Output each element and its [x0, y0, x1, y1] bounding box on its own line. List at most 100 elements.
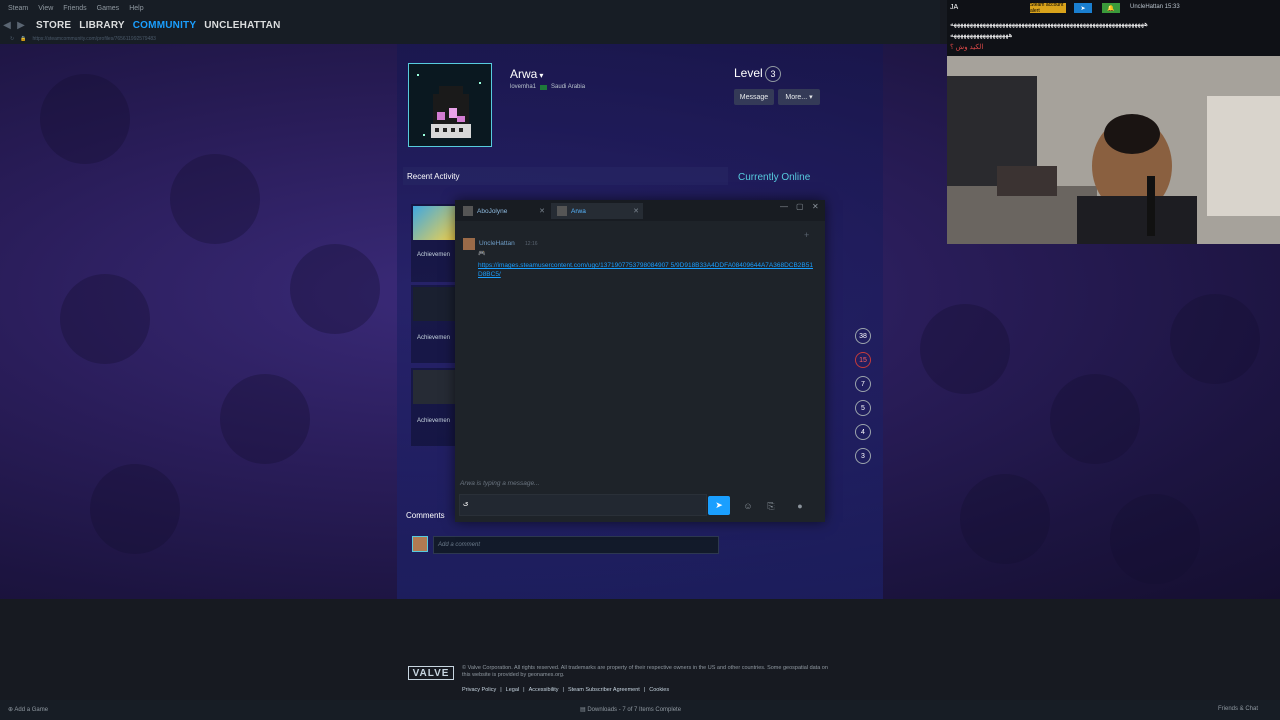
avatar [412, 536, 428, 552]
footer-copyright: © Valve Corporation. All rights reserved… [462, 665, 828, 678]
bell-icon[interactable]: 🔔 [1102, 3, 1120, 13]
menu-help[interactable]: Help [129, 5, 143, 12]
nav-bar: ◀ ▶ STORE LIBRARY COMMUNITY UNCLEHATTAN [0, 16, 940, 34]
message-time: 12:16 [525, 241, 538, 247]
footer-link-accessibility[interactable]: Accessibility [529, 687, 559, 693]
profile-country: Saudi Arabia [551, 84, 586, 90]
profile-name-text: Arwa [510, 67, 538, 81]
back-arrow-icon[interactable]: ◀ [0, 20, 14, 31]
voice-icon[interactable]: ● [793, 499, 807, 513]
avatar [463, 238, 475, 250]
achievement-label: Achievemen [417, 418, 451, 424]
badge-count[interactable]: 5 [855, 400, 871, 416]
game-thumbnail [413, 206, 457, 240]
recent-game-card[interactable]: Achievemen [411, 204, 459, 282]
message-emoji: 🎮 [478, 251, 486, 257]
add-game-button[interactable]: ⊕ Add a Game [8, 706, 48, 713]
badge-count[interactable]: 38 [855, 328, 871, 344]
menu-view[interactable]: View [38, 5, 53, 12]
stream-title: JA [950, 4, 959, 11]
chat-tab[interactable]: AboJolyne ✕ [457, 203, 549, 219]
stream-user: UncleHattan 15:33 [1130, 4, 1180, 10]
chat-line: ههههههههههههههههههه [950, 32, 1013, 39]
more-button-label: More... [785, 93, 808, 101]
nav-store[interactable]: STORE [36, 20, 71, 31]
footer-link-cookies[interactable]: Cookies [649, 687, 669, 693]
stream-username: UncleHattan [1130, 4, 1164, 10]
badge-count[interactable]: 15 [855, 352, 871, 368]
footer-link-ssa[interactable]: Steam Subscriber Agreement [568, 687, 640, 693]
minimize-icon[interactable]: — [780, 202, 788, 211]
menu-friends[interactable]: Friends [63, 5, 86, 12]
menu-steam[interactable]: Steam [8, 5, 28, 12]
badge-count[interactable]: 3 [855, 448, 871, 464]
online-status: Currently Online [738, 172, 811, 183]
chat-window: AboJolyne ✕ Arwa ✕ — ▢ ✕ + UncleHattan 1… [455, 200, 825, 522]
footer-links: Privacy Policy | Legal | Accessibility |… [462, 687, 669, 693]
game-thumbnail [413, 370, 457, 404]
recent-game-card[interactable]: Achievemen [411, 368, 459, 446]
footer-link-privacy[interactable]: Privacy Policy [462, 687, 496, 693]
refresh-icon[interactable]: ↻ [10, 36, 14, 42]
menu-bar: Steam View Friends Games Help [0, 0, 940, 16]
chevron-down-icon: ▾ [809, 94, 813, 101]
downloads-label: Downloads - 7 of 7 Items Complete [587, 707, 682, 713]
alert-badge[interactable]: Steam account alert [1030, 2, 1066, 14]
forward-arrow-icon[interactable]: ▶ [14, 20, 28, 31]
maximize-icon[interactable]: ▢ [796, 202, 804, 211]
add-game-label: Add a Game [14, 707, 49, 713]
recent-game-card[interactable]: Achievemen [411, 285, 459, 363]
add-friend-icon[interactable]: + [804, 230, 809, 240]
profile-subtitle: lovemha1 Saudi Arabia [510, 84, 585, 90]
comment-input[interactable]: Add a comment [433, 536, 719, 554]
send-button[interactable]: ➤ [708, 496, 730, 515]
more-button[interactable]: More... ▾ [778, 89, 820, 105]
close-icon[interactable]: ✕ [812, 202, 819, 211]
message-button[interactable]: Message [734, 89, 774, 105]
emoticon-icon[interactable]: ☺ [741, 499, 755, 513]
chat-tab[interactable]: Arwa ✕ [551, 203, 643, 219]
webcam-feed [947, 56, 1280, 244]
chat-input[interactable]: ى [459, 494, 707, 516]
menu-games[interactable]: Games [97, 5, 120, 12]
nav-community[interactable]: COMMUNITY [133, 20, 196, 31]
chat-tab-bar: AboJolyne ✕ Arwa ✕ — ▢ ✕ [455, 200, 825, 221]
badge-count[interactable]: 4 [855, 424, 871, 440]
avatar [463, 206, 473, 216]
url-text[interactable]: https://steamcommunity.com/profiles/7656… [32, 36, 156, 42]
profile-avatar [408, 63, 492, 147]
valve-logo[interactable]: VALVE [408, 666, 454, 680]
chat-line: هههههههههههههههههههههههههههههههههههههههه… [950, 21, 1148, 28]
send-icon: ➤ [715, 500, 723, 510]
url-bar: ↻ 🔒 https://steamcommunity.com/profiles/… [0, 34, 940, 44]
comments-header: Comments [406, 511, 445, 520]
nav-user[interactable]: UNCLEHATTAN [204, 20, 280, 31]
profile-realname: lovemha1 [510, 84, 537, 90]
downloads-status[interactable]: ▤ Downloads - 7 of 7 Items Complete [580, 706, 681, 713]
close-icon[interactable]: ✕ [539, 207, 545, 215]
flag-icon [540, 84, 548, 90]
avatar [557, 206, 567, 216]
level-badge: 3 [765, 66, 781, 82]
achievement-label: Achievemen [417, 335, 451, 341]
footer-separator: | [500, 687, 502, 693]
close-icon[interactable]: ✕ [633, 207, 639, 215]
recent-activity-header: Recent Activity [403, 167, 728, 185]
friends-chat-button[interactable]: Friends & Chat [1218, 706, 1258, 712]
game-thumbnail [413, 287, 457, 321]
message-author[interactable]: UncleHattan [479, 240, 515, 247]
footer-separator: | [562, 687, 564, 693]
footer-link-legal[interactable]: Legal [506, 687, 519, 693]
footer-separator: | [523, 687, 525, 693]
achievement-label: Achievemen [417, 252, 451, 258]
profile-name[interactable]: Arwa ▾ [510, 67, 543, 81]
nav-library[interactable]: LIBRARY [79, 20, 124, 31]
lock-icon: 🔒 [20, 36, 27, 42]
footer-separator: | [643, 687, 646, 693]
badge-count[interactable]: 7 [855, 376, 871, 392]
bottom-bar: ⊕ Add a Game ▤ Downloads - 7 of 7 Items … [0, 700, 1280, 720]
level-label: Level [734, 66, 763, 80]
message-link[interactable]: https://images.steamusercontent.com/ugc/… [478, 261, 816, 279]
attach-icon[interactable]: ⎘ [764, 499, 778, 513]
send-icon[interactable]: ➤ [1074, 3, 1092, 13]
